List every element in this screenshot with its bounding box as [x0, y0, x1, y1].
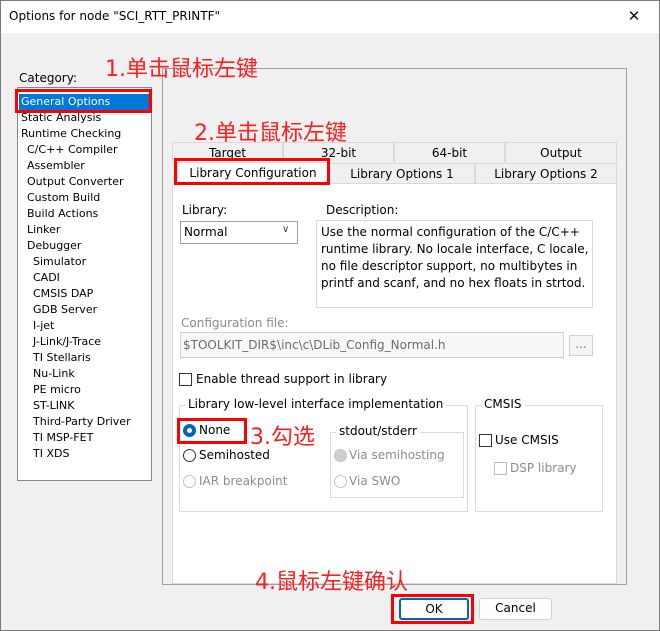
radio-none[interactable]	[183, 424, 196, 437]
category-item-cpp-compiler[interactable]: C/C++ Compiler	[27, 142, 118, 158]
tab-library-options-2[interactable]: Library Options 2	[475, 163, 617, 183]
description-box: Use the normal configuration of the C/C+…	[316, 220, 593, 308]
radio-via-semihosting-label: Via semihosting	[349, 448, 445, 462]
category-item-ti-xds[interactable]: TI XDS	[33, 446, 69, 462]
category-item-debugger[interactable]: Debugger	[27, 238, 81, 254]
category-item-output-converter[interactable]: Output Converter	[27, 174, 124, 190]
title-bar: Options for node "SCI_RTT_PRINTF" ✕	[1, 1, 659, 33]
library-label: Library:	[182, 203, 228, 217]
category-item-custom-build[interactable]: Custom Build	[27, 190, 100, 206]
library-select-value: Normal	[184, 225, 228, 239]
tab-library-configuration[interactable]: Library Configuration	[177, 162, 329, 184]
radio-via-semihosting[interactable]	[334, 449, 347, 462]
thread-support-checkbox[interactable]	[179, 373, 192, 386]
category-item-cadi[interactable]: CADI	[33, 270, 60, 286]
description-label: Description:	[326, 203, 399, 217]
category-item-simulator[interactable]: Simulator	[33, 254, 86, 270]
category-item-nu-link[interactable]: Nu-Link	[33, 366, 75, 382]
category-item-st-link[interactable]: ST-LINK	[33, 398, 74, 414]
thread-support-label: Enable thread support in library	[196, 372, 388, 386]
chevron-down-icon: ∨	[282, 224, 290, 235]
radio-iar-breakpoint[interactable]	[183, 475, 196, 488]
category-item-linker[interactable]: Linker	[27, 222, 60, 238]
low-level-group-title: Library low-level interface implementati…	[185, 397, 447, 411]
config-file-field[interactable]: $TOOLKIT_DIR$\inc\c\DLib_Config_Normal.h	[180, 332, 564, 358]
tab-output[interactable]: Output	[505, 142, 617, 162]
use-cmsis-checkbox[interactable]	[479, 434, 492, 447]
category-item-build-actions[interactable]: Build Actions	[27, 206, 98, 222]
category-item-runtime-checking[interactable]: Runtime Checking	[21, 126, 121, 142]
annotation-step-3: 3.勾选	[250, 425, 315, 450]
category-item-static-analysis[interactable]: Static Analysis	[21, 110, 101, 126]
radio-iar-breakpoint-label: IAR breakpoint	[199, 474, 288, 488]
category-item-assembler[interactable]: Assembler	[27, 158, 85, 174]
category-list[interactable]: General Options Static Analysis Runtime …	[17, 87, 152, 481]
tab-library-options-1[interactable]: Library Options 1	[329, 163, 475, 183]
category-label: Category:	[19, 71, 77, 85]
stdout-group	[330, 432, 464, 498]
cancel-button[interactable]: Cancel	[479, 598, 552, 620]
radio-semihosted[interactable]	[183, 449, 196, 462]
radio-via-swo-label: Via SWO	[349, 474, 401, 488]
radio-none-label: None	[199, 423, 231, 437]
category-item-pe-micro[interactable]: PE micro	[33, 382, 81, 398]
category-item-ti-stellaris[interactable]: TI Stellaris	[33, 350, 91, 366]
config-file-value: $TOOLKIT_DIR$\inc\c\DLib_Config_Normal.h	[183, 338, 446, 352]
dsp-library-checkbox[interactable]	[494, 462, 507, 475]
description-text: Use the normal configuration of the C/C+…	[321, 225, 593, 290]
category-item-jlink[interactable]: J-Link/J-Trace	[33, 334, 101, 350]
tab-64-bit[interactable]: 64-bit	[394, 142, 505, 162]
cmsis-group-title: CMSIS	[481, 397, 525, 411]
options-dialog: Options for node "SCI_RTT_PRINTF" ✕ Cate…	[0, 0, 660, 631]
stdout-group-title: stdout/stderr	[336, 424, 420, 438]
use-cmsis-label: Use CMSIS	[495, 433, 559, 447]
category-item-general-options[interactable]: General Options	[19, 94, 151, 110]
close-icon[interactable]: ✕	[611, 1, 657, 32]
category-item-i-jet[interactable]: I-jet	[33, 318, 54, 334]
annotation-step-4: 4.鼠标左键确认	[255, 570, 408, 595]
dsp-library-label: DSP library	[510, 461, 577, 475]
annotation-step-2: 2.单击鼠标左键	[194, 121, 347, 146]
category-item-ti-msp-fet[interactable]: TI MSP-FET	[33, 430, 93, 446]
category-item-gdb-server[interactable]: GDB Server	[33, 302, 97, 318]
ok-button[interactable]: OK	[399, 598, 469, 620]
cmsis-group	[475, 405, 603, 512]
config-file-label: Configuration file:	[181, 316, 289, 330]
category-item-cmsis-dap[interactable]: CMSIS DAP	[33, 286, 93, 302]
library-select[interactable]: Normal ∨	[180, 221, 298, 244]
radio-via-swo[interactable]	[334, 475, 347, 488]
window-title: Options for node "SCI_RTT_PRINTF"	[9, 9, 221, 23]
annotation-step-1: 1.单击鼠标左键	[105, 57, 258, 82]
browse-button[interactable]: ...	[569, 335, 593, 356]
category-item-third-party-driver[interactable]: Third-Party Driver	[33, 414, 131, 430]
